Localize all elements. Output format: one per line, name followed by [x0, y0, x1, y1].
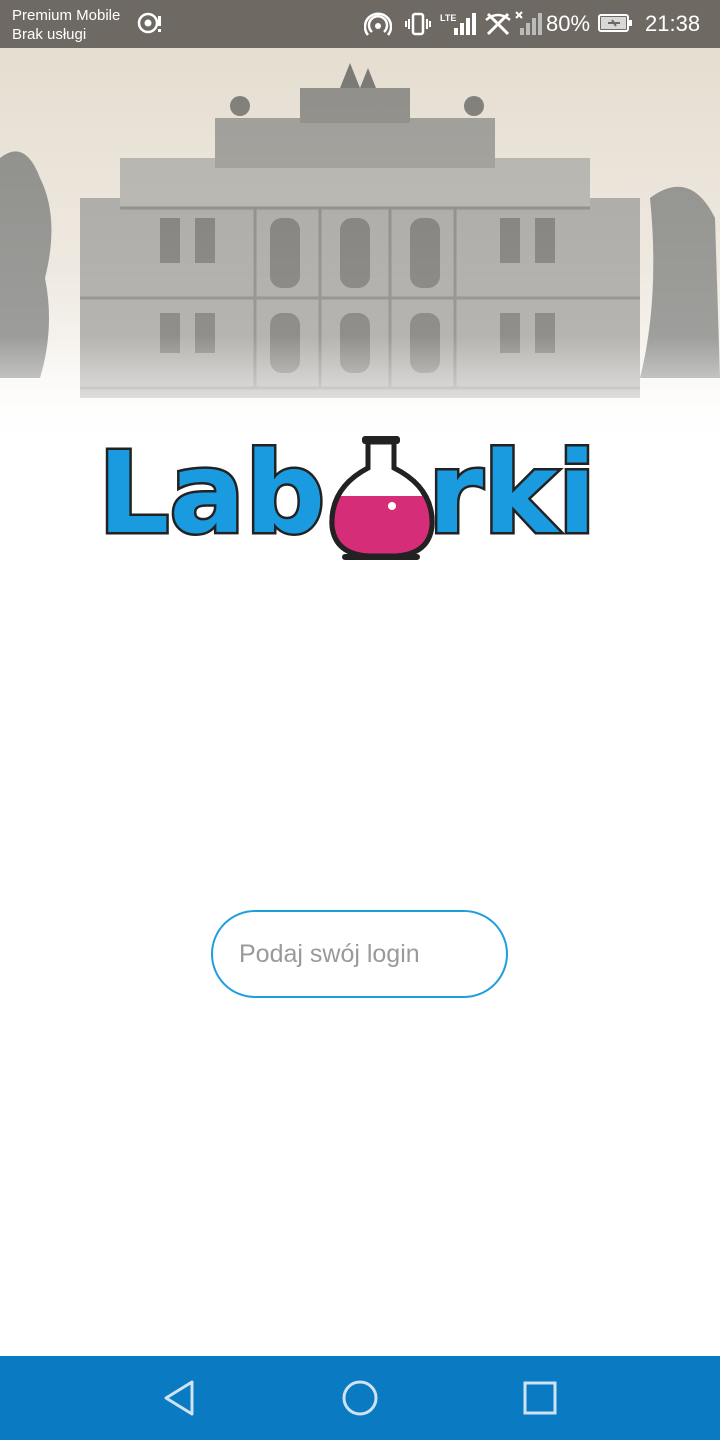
no-signal-icon: [515, 11, 542, 35]
clock: 21:38: [645, 11, 701, 36]
svg-text:LTE: LTE: [440, 13, 456, 23]
lte-signal-icon: LTE: [440, 13, 476, 35]
vibrate-icon: [405, 12, 431, 36]
recents-icon[interactable]: [518, 1376, 562, 1420]
back-icon[interactable]: [158, 1376, 202, 1420]
logo-text-left: Lab: [98, 430, 325, 559]
app-logo: Lab rki: [96, 430, 599, 560]
hotspot-icon: [364, 12, 392, 36]
carrier-status: Brak usługi: [12, 26, 87, 43]
carrier-name: Premium Mobile: [12, 7, 121, 24]
logo-text-right: rki: [428, 430, 596, 559]
home-icon[interactable]: [338, 1376, 382, 1420]
battery-percent: 80%: [546, 11, 591, 36]
status-bar: Premium Mobile Brak usługi LTE 80% 21:38: [0, 0, 720, 48]
theater-building-illustration: [0, 48, 720, 448]
header-image: [0, 48, 720, 448]
carrier-info: Premium Mobile Brak usługi: [12, 6, 120, 44]
wifi-off-icon: [485, 12, 511, 36]
location-icon: [137, 12, 161, 34]
flask-icon: [329, 436, 435, 560]
battery-charging-icon: [598, 14, 632, 32]
login-input[interactable]: [211, 910, 508, 998]
navigation-bar: [0, 1356, 720, 1440]
